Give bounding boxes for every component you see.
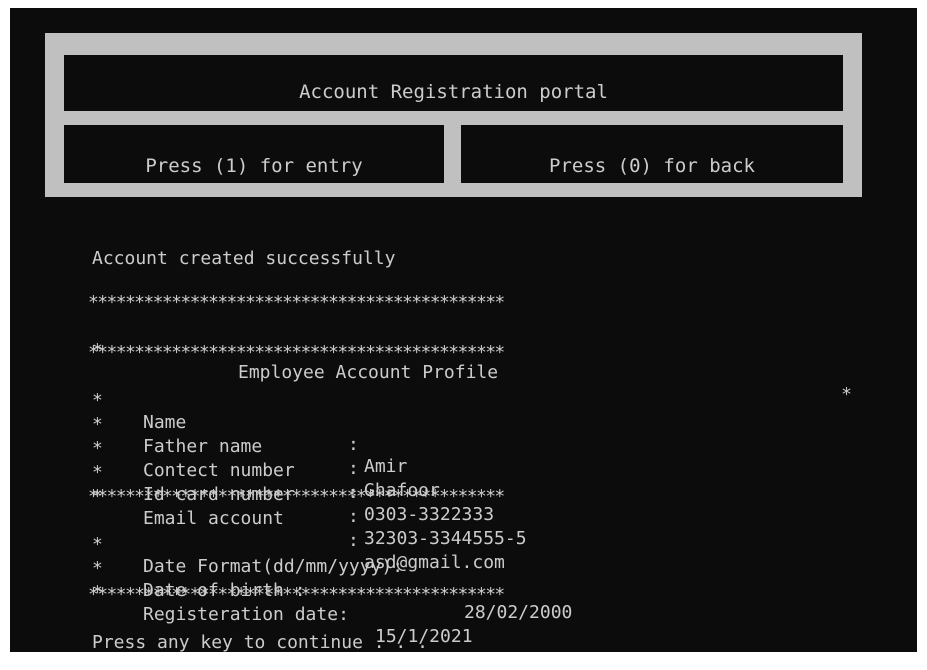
registration-date-row: * Registeration date: 15/1/2021 xyxy=(92,560,852,647)
separator-fields: ****************************************… xyxy=(88,486,505,507)
separator-top: ****************************************… xyxy=(88,292,505,313)
entry-option-label: Press (1) for entry xyxy=(145,155,363,177)
field-row-father-name: * Father name : Ghafoor xyxy=(92,392,852,501)
entry-option-button[interactable]: Press (1) for entry xyxy=(64,125,444,183)
continue-prompt[interactable]: Press any key to continue . . . xyxy=(92,632,428,654)
date-of-birth-row: * Date of birth : 28/02/2000 xyxy=(92,536,852,623)
status-message: Account created successfully xyxy=(92,248,396,269)
registration-date-label: Registeration date: xyxy=(143,604,349,625)
profile-heading-row: * Employee Account Profile * xyxy=(92,318,852,405)
field-row-name: * Name : Amir xyxy=(92,368,852,477)
date-format-row: * Date Format(dd/mm/yyyy): xyxy=(92,512,852,577)
portal-title-box: Account Registration portal xyxy=(64,55,843,111)
field-row-id-card-number: * Id card number : 32303-3344555-5 xyxy=(92,440,852,549)
field-row-email-account: * Email account : asd@gmail.com xyxy=(92,464,852,573)
back-option-button[interactable]: Press (0) for back xyxy=(461,125,843,183)
console-window: Account Registration portal Press (1) fo… xyxy=(10,8,917,654)
back-option-label: Press (0) for back xyxy=(549,155,755,177)
separator-bottom: ****************************************… xyxy=(88,584,505,605)
field-row-contact-number: * Contect number : 0303-3322333 xyxy=(92,416,852,525)
separator-heading: ****************************************… xyxy=(88,342,505,363)
portal-title: Account Registration portal xyxy=(299,81,608,103)
menu-frame: Account Registration portal Press (1) fo… xyxy=(45,33,862,197)
